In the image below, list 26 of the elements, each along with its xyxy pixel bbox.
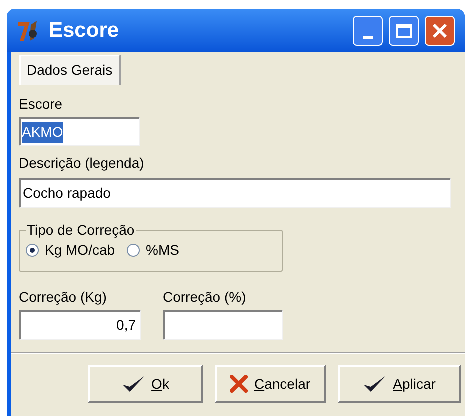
radio-button[interactable] <box>26 244 39 257</box>
input-field[interactable]: AKMO <box>19 117 140 146</box>
field-value: AKMO <box>22 122 64 142</box>
check-icon <box>363 374 388 394</box>
check-icon <box>122 374 146 394</box>
maximize-button[interactable] <box>389 16 419 46</box>
minimize-button[interactable] <box>353 16 383 46</box>
radio-option[interactable]: %MS <box>127 240 180 261</box>
close-button[interactable] <box>425 16 455 46</box>
group-title: Tipo de Correção <box>26 222 136 238</box>
field-label: Descrição (legenda) <box>19 154 146 172</box>
close-icon <box>432 22 448 38</box>
input-field[interactable]: 0,7 <box>19 310 141 340</box>
dialog-button[interactable]: Aplicar <box>338 365 461 403</box>
tab[interactable]: Dados Gerais <box>19 55 121 85</box>
radio-option[interactable]: Kg MO/cab <box>26 240 116 261</box>
dialog-button[interactable]: Cancelar <box>215 365 326 403</box>
input-field[interactable] <box>163 310 283 340</box>
field-label: Correção (%) <box>163 288 248 306</box>
input-field[interactable]: Cocho rapado <box>19 178 451 208</box>
window-title: Escore <box>49 18 120 44</box>
dialog-button[interactable]: Ok <box>88 365 203 403</box>
field-label: Escore <box>19 95 64 113</box>
cross-icon <box>230 375 248 393</box>
radio-button[interactable] <box>127 244 140 257</box>
field-label: Correção (Kg) <box>19 288 108 306</box>
